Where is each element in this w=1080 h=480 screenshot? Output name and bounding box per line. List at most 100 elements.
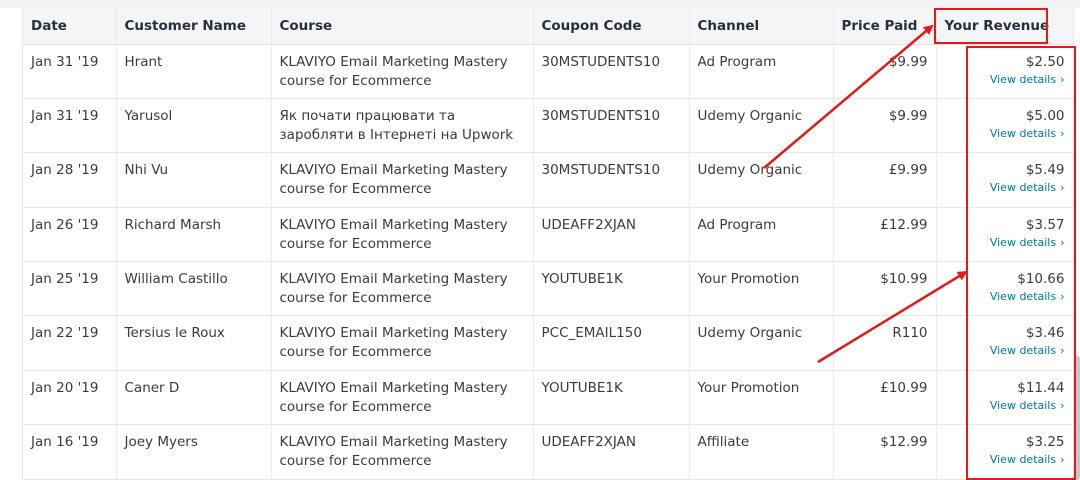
table-row: Jan 28 '19 Nhi Vu KLAVIYO Email Marketing …	[23, 152, 1074, 208]
cell-your-revenue: $3.46 View details ›	[936, 315, 1074, 371]
cell-coupon-code: YOUTUBE1K	[533, 370, 690, 426]
table-row: Jan 26 '19 Richard Marsh KLAVIYO Email Mar…	[23, 207, 1074, 263]
revenue-value: $3.46	[1025, 325, 1065, 342]
cell-course: Як почати працювати та заробляти в Інтер…	[271, 98, 534, 154]
column-header-coupon-code[interactable]: Coupon Code	[533, 8, 690, 45]
cell-price-paid: £9.99	[833, 152, 937, 208]
column-header-price-paid[interactable]: Price Paid	[833, 8, 937, 45]
view-details-label: View details	[989, 126, 1057, 140]
cell-date: Jan 31 '19	[23, 98, 117, 154]
cell-channel: Your Promotion	[689, 261, 834, 317]
cell-channel: Ad Program	[689, 44, 834, 99]
view-details-label: View details	[989, 235, 1057, 249]
table-body: Jan 31 '19 Hrant KLAVIYO Email Marketing M…	[23, 44, 1074, 480]
cell-date: Jan 25 '19	[23, 261, 117, 317]
cell-course: KLAVIYO Email Marketing Mastery course f…	[271, 424, 534, 480]
cell-your-revenue: $3.57 View details ›	[936, 207, 1074, 263]
cell-customer-name: Caner D	[116, 370, 272, 426]
view-details-link[interactable]: View details ›	[945, 235, 1065, 250]
chevron-right-icon: ›	[1060, 72, 1065, 86]
chevron-right-icon: ›	[1060, 290, 1065, 304]
table-row: Jan 20 '19 Caner D KLAVIYO Email Marketing…	[23, 370, 1074, 426]
cell-price-paid: $12.99	[833, 424, 937, 480]
cell-customer-name: Yarusol	[116, 98, 272, 154]
scrollbar-thumb[interactable]	[1074, 356, 1080, 480]
revenue-value: $5.49	[1025, 162, 1065, 179]
cell-your-revenue: $5.49 View details ›	[936, 152, 1074, 208]
cell-course: KLAVIYO Email Marketing Mastery course f…	[271, 370, 534, 426]
table-row: Jan 16 '19 Joey Myers KLAVIYO Email Market…	[23, 424, 1074, 480]
view-details-label: View details	[989, 344, 1057, 358]
view-details-link[interactable]: View details ›	[945, 343, 1065, 358]
table-row: Jan 31 '19 Yarusol Як почати працювати та …	[23, 98, 1074, 154]
top-strip	[0, 0, 1080, 8]
view-details-label: View details	[989, 398, 1057, 412]
cell-customer-name: Nhi Vu	[116, 152, 272, 208]
cell-coupon-code: 30MSTUDENTS10	[533, 98, 690, 154]
cell-channel: Affiliate	[689, 424, 834, 480]
cell-customer-name: Hrant	[116, 44, 272, 99]
cell-channel: Udemy Organic	[689, 98, 834, 154]
cell-coupon-code: 30MSTUDENTS10	[533, 152, 690, 208]
view-details-link[interactable]: View details ›	[945, 180, 1065, 195]
cell-date: Jan 31 '19	[23, 44, 117, 99]
revenue-value: $10.66	[1017, 271, 1065, 288]
cell-coupon-code: UDEAFF2XJAN	[533, 424, 690, 480]
column-header-your-revenue[interactable]: Your Revenue	[936, 8, 1074, 45]
cell-price-paid: £10.99	[833, 370, 937, 426]
view-details-label: View details	[989, 290, 1057, 304]
cell-price-paid: $10.99	[833, 261, 937, 317]
column-header-customer-name[interactable]: Customer Name	[116, 8, 272, 45]
cell-customer-name: Richard Marsh	[116, 207, 272, 263]
cell-course: KLAVIYO Email Marketing Mastery course f…	[271, 207, 534, 263]
cell-price-paid: £12.99	[833, 207, 937, 263]
cell-price-paid: $9.99	[833, 44, 937, 99]
cell-channel: Udemy Organic	[689, 152, 834, 208]
cell-customer-name: William Castillo	[116, 261, 272, 317]
chevron-right-icon: ›	[1060, 235, 1065, 249]
cell-course: KLAVIYO Email Marketing Mastery course f…	[271, 44, 534, 99]
cell-coupon-code: PCC_EMAIL150	[533, 315, 690, 371]
table-row: Jan 22 '19 Tersius le Roux KLAVIYO Email M…	[23, 315, 1074, 371]
cell-coupon-code: UDEAFF2XJAN	[533, 207, 690, 263]
column-header-course[interactable]: Course	[271, 8, 534, 45]
cell-coupon-code: 30MSTUDENTS10	[533, 44, 690, 99]
chevron-right-icon: ›	[1060, 344, 1065, 358]
cell-your-revenue: $2.50 View details ›	[936, 44, 1074, 99]
chevron-right-icon: ›	[1060, 181, 1065, 195]
cell-channel: Udemy Organic	[689, 315, 834, 371]
cell-price-paid: $9.99	[833, 98, 937, 154]
view-details-link[interactable]: View details ›	[945, 72, 1065, 87]
view-details-label: View details	[989, 181, 1057, 195]
cell-date: Jan 26 '19	[23, 207, 117, 263]
chevron-right-icon: ›	[1060, 398, 1065, 412]
cell-date: Jan 28 '19	[23, 152, 117, 208]
revenue-value: $3.25	[1025, 434, 1065, 451]
cell-course: KLAVIYO Email Marketing Mastery course f…	[271, 315, 534, 371]
revenue-value: $5.00	[1025, 107, 1065, 124]
revenue-value: $3.57	[1025, 216, 1065, 233]
cell-your-revenue: $11.44 View details ›	[936, 370, 1074, 426]
cell-date: Jan 22 '19	[23, 315, 117, 371]
table-row: Jan 25 '19 William Castillo KLAVIYO Email …	[23, 261, 1074, 317]
revenue-value: $11.44	[1017, 379, 1065, 396]
cell-customer-name: Joey Myers	[116, 424, 272, 480]
view-details-link[interactable]: View details ›	[945, 126, 1065, 141]
cell-date: Jan 20 '19	[23, 370, 117, 426]
view-details-link[interactable]: View details ›	[945, 398, 1065, 413]
cell-channel: Ad Program	[689, 207, 834, 263]
view-details-label: View details	[989, 72, 1057, 86]
view-details-link[interactable]: View details ›	[945, 289, 1065, 304]
chevron-right-icon: ›	[1060, 453, 1065, 467]
table-header-row: Date Customer Name Course Coupon Code Ch…	[23, 8, 1074, 45]
revenue-report-table: Date Customer Name Course Coupon Code Ch…	[23, 8, 1074, 480]
cell-your-revenue: $10.66 View details ›	[936, 261, 1074, 317]
cell-customer-name: Tersius le Roux	[116, 315, 272, 371]
cell-channel: Your Promotion	[689, 370, 834, 426]
cell-course: KLAVIYO Email Marketing Mastery course f…	[271, 152, 534, 208]
view-details-link[interactable]: View details ›	[945, 452, 1065, 467]
column-header-channel[interactable]: Channel	[689, 8, 834, 45]
column-header-date[interactable]: Date	[23, 8, 117, 45]
view-details-label: View details	[989, 453, 1057, 467]
table-row: Jan 31 '19 Hrant KLAVIYO Email Marketing M…	[23, 44, 1074, 99]
